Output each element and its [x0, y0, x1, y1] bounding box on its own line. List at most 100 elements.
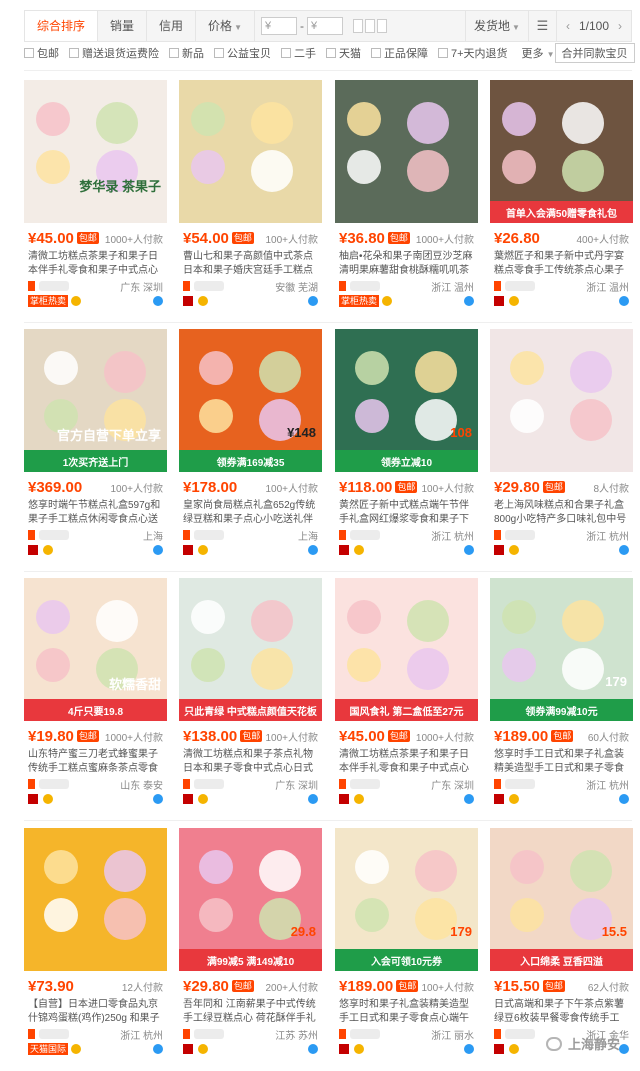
product-card[interactable]: 梦华录 茶果子 ¥45.00 包邮 1000+人付款 清微工坊糕点茶果子和果子日本伴手礼… [24, 80, 167, 312]
product-card[interactable]: 国风食礼 第二盒低至27元 ¥45.00 包邮 1000+人付款 清微工坊糕点茶果子和果… [335, 578, 478, 810]
filter-charity[interactable]: 公益宝贝 [214, 45, 271, 61]
product-image[interactable]: 软糯香甜 4斤只要19.8 [24, 578, 167, 721]
shop-name-link[interactable] [194, 281, 224, 291]
shop-name-link[interactable] [39, 779, 69, 789]
shop-name-link[interactable] [194, 779, 224, 789]
product-image[interactable]: 29.8 满99减5 满149减10 [179, 828, 322, 971]
shop-name-link[interactable] [194, 1029, 224, 1039]
filter-tmall[interactable]: 天猫 [326, 45, 361, 61]
product-image[interactable] [24, 828, 167, 971]
merge-same-items-button[interactable]: 合并同款宝贝 [554, 43, 635, 63]
filter-new[interactable]: 新品 [169, 45, 204, 61]
wangwang-chat-icon[interactable] [464, 1044, 474, 1054]
product-title-link[interactable]: 老上海风味糕点和合果子礼盒800g小吃特产多口味礼包中号送礼美食 [494, 499, 629, 527]
product-card[interactable]: ¥73.90 12人付款 【自营】日本进口零食品丸京 什锦鸡蛋糕(鸡作)250g 和… [24, 828, 167, 1060]
shop-name-link[interactable] [505, 779, 535, 789]
shop-name-link[interactable] [350, 1029, 380, 1039]
filter-return-insurance[interactable]: 赠送退货运费险 [69, 45, 159, 61]
product-image[interactable]: 108 领券立减10 [335, 329, 478, 472]
sort-tab-default[interactable]: 综合排序 [25, 11, 99, 41]
filter-7day-return[interactable]: 7+天内退货 [438, 45, 508, 61]
wangwang-chat-icon[interactable] [619, 545, 629, 555]
shop-name-link[interactable] [505, 281, 535, 291]
filter-genuine[interactable]: 正品保障 [371, 45, 428, 61]
product-card[interactable]: ¥148 领券满169减35 ¥178.00 100+人付款 皇家尚食局糕点礼盒652g… [179, 329, 322, 561]
product-card[interactable]: 29.8 满99减5 满149减10 ¥29.80 包邮 200+人付款 吾年同和 江南薪… [179, 828, 322, 1060]
wangwang-chat-icon[interactable] [153, 1044, 163, 1054]
shop-name-link[interactable] [194, 530, 224, 540]
product-title-link[interactable]: 曹山七和果子高颜值中式茶点日本和果子婚庆宫廷手工糕点网红茶点 [183, 250, 318, 278]
product-card[interactable]: 179 领券满99减10元 ¥189.00 包邮 60人付款 悠享时手工日式和果子礼盒装精… [490, 578, 633, 810]
price-confirm-buttons[interactable] [352, 19, 389, 33]
sort-tab-sales[interactable]: 销量 [98, 11, 148, 41]
shop-name-link[interactable] [350, 779, 380, 789]
product-image[interactable] [490, 329, 633, 472]
product-image[interactable] [179, 80, 322, 223]
list-view-icon[interactable]: ☰ [527, 11, 556, 41]
wangwang-chat-icon[interactable] [619, 296, 629, 306]
sort-tab-credit[interactable]: 信用 [147, 11, 197, 41]
product-title-link[interactable]: 悠享时端午节糕点礼盒597g和果子手工糕点休闲零食点心送礼礼品 [28, 499, 163, 527]
product-card[interactable]: 108 领券立减10 ¥118.00 包邮 100+人付款 黄然匠子新中式糕点端午节伴手礼… [335, 329, 478, 561]
shop-name-link[interactable] [39, 530, 69, 540]
product-title-link[interactable]: 日式高端和果子下午茶点紫薯绿豆6枚装早餐零食传统手工糕点心 [494, 998, 629, 1026]
wangwang-chat-icon[interactable] [619, 1044, 629, 1054]
filter-secondhand[interactable]: 二手 [281, 45, 316, 61]
more-filters-button[interactable]: 更多 ▼ [522, 45, 555, 61]
wangwang-chat-icon[interactable] [619, 794, 629, 804]
wangwang-chat-icon[interactable] [153, 545, 163, 555]
product-title-link[interactable]: 葉燃匠子和果子新中式丹字宴糕点零食手工传统茶点心果子伴手礼盒 [494, 250, 629, 278]
shop-name-link[interactable] [505, 530, 535, 540]
product-title-link[interactable]: 清微工坊糕点茶果子和果子日本伴手礼零食和果子中式点心茶点果子 [339, 748, 474, 776]
product-image[interactable]: 首单入会满50赠零食礼包 [490, 80, 633, 223]
product-title-link[interactable]: 山东特产蜜三刀老式蜂蜜果子传统手工糕点蜜麻条茶点零食网红4斤装 [28, 748, 163, 776]
product-image[interactable]: 国风食礼 第二盒低至27元 [335, 578, 478, 721]
product-image[interactable]: 15.5 入口绵柔 豆香四溢 [490, 828, 633, 971]
product-title-link[interactable]: 悠享时手工日式和果子礼盒装精美造型手工日式和果子零食点心端午节送礼品 [494, 748, 629, 776]
product-image[interactable]: ¥148 领券满169减35 [179, 329, 322, 472]
product-card[interactable]: 只此青绿 中式糕点颜值天花板 ¥138.00 包邮 100+人付款 清微工坊糕点和果子茶… [179, 578, 322, 810]
shop-name-link[interactable] [350, 281, 380, 291]
wangwang-chat-icon[interactable] [153, 296, 163, 306]
sort-tab-price[interactable]: 价格 ▼ [196, 11, 255, 41]
wangwang-chat-icon[interactable] [464, 296, 474, 306]
product-card[interactable]: 软糯香甜 4斤只要19.8 ¥19.80 包邮 1000+人付款 山东特产蜜三刀老式蜂蜜果… [24, 578, 167, 810]
shop-name-link[interactable] [39, 281, 69, 291]
product-title-link[interactable]: 皇家尚食局糕点礼盒652g传统绿豆糕和果子点心小吃送礼伴手礼盒 [183, 499, 318, 527]
filter-free-shipping[interactable]: 包邮 [24, 45, 59, 61]
product-card[interactable]: 15.5 入口绵柔 豆香四溢 ¥15.50 包邮 62人付款 日式高端和果子下午茶点紫薯绿… [490, 828, 633, 1060]
product-title-link[interactable]: 柚启•花朵和果子南团豆沙芝麻清明果麻薯甜食桃酥糯叽叽茶点糕点 [339, 250, 474, 278]
product-card[interactable]: 官方自营下单立享 1次买齐送上门 ¥369.00 100+人付款 悠享时端午节糕点礼盒5… [24, 329, 167, 561]
shop-name-link[interactable] [505, 1029, 535, 1039]
price-max-input[interactable]: ¥ [306, 17, 343, 35]
product-card[interactable]: 首单入会满50赠零食礼包 ¥26.80 400+人付款 葉燃匠子和果子新中式丹字宴糕点… [490, 80, 633, 312]
wangwang-chat-icon[interactable] [308, 545, 318, 555]
product-title-link[interactable]: 悠享时和果子礼盒装精美造型手工日式和果子零食点心端午节伴手礼品 [339, 998, 474, 1026]
product-card[interactable]: ¥29.80 包邮 8人付款 老上海风味糕点和合果子礼盒800g小吃特产多口味礼包中号… [490, 329, 633, 561]
price-min-input[interactable]: ¥ [260, 17, 297, 35]
shop-name-link[interactable] [350, 530, 380, 540]
wangwang-chat-icon[interactable] [308, 794, 318, 804]
product-title-link[interactable]: 清微工坊糕点茶果子和果子日本伴手礼零食和果子中式点心茶点果子 [28, 250, 163, 278]
product-image[interactable]: 只此青绿 中式糕点颜值天花板 [179, 578, 322, 721]
product-title-link[interactable]: 清微工坊糕点和果子茶点礼物日本和果子零食中式点心日式糕点端午礼盒 [183, 748, 318, 776]
prev-page-icon[interactable]: ‹ [561, 19, 575, 33]
wangwang-chat-icon[interactable] [153, 794, 163, 804]
wangwang-chat-icon[interactable] [464, 545, 474, 555]
product-image[interactable]: 179 领券满99减10元 [490, 578, 633, 721]
product-title-link[interactable]: 黄然匠子新中式糕点端午节伴手礼盒网红爆浆零食和果子下午茶点心 [339, 499, 474, 527]
next-page-icon[interactable]: › [613, 19, 627, 33]
product-image[interactable] [335, 80, 478, 223]
product-image[interactable]: 梦华录 茶果子 [24, 80, 167, 223]
wangwang-chat-icon[interactable] [308, 296, 318, 306]
product-image[interactable]: 官方自营下单立享 1次买齐送上门 [24, 329, 167, 472]
product-card[interactable]: ¥36.80 包邮 1000+人付款 柚启•花朵和果子南团豆沙芝麻清明果麻薯甜食桃酥糯… [335, 80, 478, 312]
shop-name-link[interactable] [39, 1029, 69, 1039]
product-title-link[interactable]: 【自营】日本进口零食品丸京 什锦鸡蛋糕(鸡作)250g 和果子 小吃 [28, 998, 163, 1026]
wangwang-chat-icon[interactable] [308, 1044, 318, 1054]
product-title-link[interactable]: 吾年同和 江南薪果子中式传统手工绿豆糕点心 荷花酥伴手礼盒特产 [183, 998, 318, 1026]
product-image[interactable]: 179 入会可领10元券 [335, 828, 478, 971]
product-card[interactable]: ¥54.00 包邮 100+人付款 曹山七和果子高颜值中式茶点日本和果子婚庆宫廷手工糕… [179, 80, 322, 312]
product-card[interactable]: 179 入会可领10元券 ¥189.00 包邮 100+人付款 悠享时和果子礼盒装精美造型… [335, 828, 478, 1060]
ship-from-select[interactable]: 发货地 ▼ [465, 11, 528, 41]
